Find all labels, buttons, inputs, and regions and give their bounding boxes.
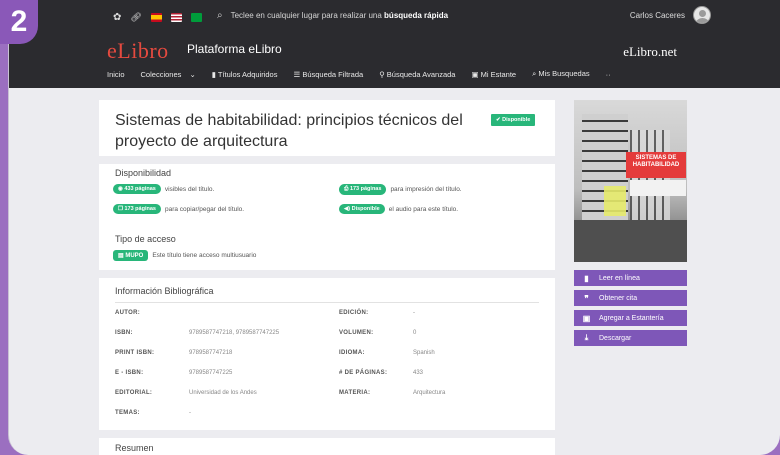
nav-more[interactable]: ·· xyxy=(606,70,611,79)
flag-brazil-icon[interactable] xyxy=(190,13,202,22)
biblio-label: VOLUMEN: xyxy=(339,330,374,336)
flag-usa-icon[interactable] xyxy=(170,13,182,22)
flag-spain-icon[interactable] xyxy=(150,13,162,22)
availability-row: ⎙ 173 páginas para impresión del título. xyxy=(339,184,462,195)
biblio-label: AUTOR: xyxy=(115,310,141,316)
biblio-label: EDITORIAL: xyxy=(115,390,153,396)
biblio-label: PRINT ISBN: xyxy=(115,350,155,356)
biblio-value[interactable]: Arquitectura xyxy=(413,390,445,396)
app-icon[interactable]: ✿ xyxy=(113,12,121,23)
nav-mi-estante[interactable]: ▣ Mi Estante xyxy=(471,70,516,79)
divider xyxy=(99,270,555,278)
book-detail-card: Sistemas de habitabilidad: principios té… xyxy=(99,100,555,455)
nav-busqueda-avanzada[interactable]: ⚲ Búsqueda Avanzada xyxy=(379,70,455,79)
cover-title: SISTEMAS DE HABITABILIDAD xyxy=(626,152,686,178)
book-cover[interactable]: SISTEMAS DE HABITABILIDAD xyxy=(574,100,687,262)
availability-row: ❐ 173 páginas para copiar/pegar del títu… xyxy=(113,204,244,214)
platform-title: Plataforma eLibro xyxy=(187,42,282,56)
biblio-label: EDICIÓN: xyxy=(339,310,369,316)
add-to-shelf-button[interactable]: ▣ Agregar a Estantería xyxy=(574,310,687,326)
book-title: Sistemas de habitabilidad: principios té… xyxy=(115,112,463,150)
cover-subtitle xyxy=(630,180,686,196)
avatar[interactable] xyxy=(693,6,711,24)
cover-accent xyxy=(604,186,626,216)
link-icon[interactable]: 🔗︎ xyxy=(130,12,141,23)
biblio-value: 0 xyxy=(413,330,417,336)
top-header: ✿ 🔗︎ ⌕ Teclee en cualquier lugar para re… xyxy=(9,0,780,88)
summary-heading: Resumen xyxy=(115,443,154,453)
access-icon: ▤ xyxy=(118,253,124,259)
biblio-value: 9789587747218, 9789587747225 xyxy=(189,330,280,336)
eye-icon: ◉ xyxy=(118,186,123,192)
biblio-label: TEMAS: xyxy=(115,410,140,416)
print-icon: ⎙ xyxy=(344,186,349,192)
download-button[interactable]: ⤓ Descargar xyxy=(574,330,687,346)
search-icon: ⌕ xyxy=(532,69,537,78)
biblio-value: - xyxy=(189,410,191,416)
pages-print-pill: ⎙ 173 páginas xyxy=(339,184,387,195)
nav-colecciones[interactable]: Colecciones ⌄ xyxy=(141,70,196,79)
search-icon: ⌕ xyxy=(217,10,223,21)
biblio-value: 433 xyxy=(413,370,424,376)
download-icon: ⤓ xyxy=(584,333,589,342)
divider xyxy=(115,302,539,303)
status-badge: ✔ Disponible xyxy=(491,114,536,126)
biblio-label: MATERIA: xyxy=(339,390,371,396)
access-heading: Tipo de acceso xyxy=(115,234,176,244)
audio-pill: ◀) Disponible xyxy=(339,204,385,214)
pages-copy-pill: ❐ 173 páginas xyxy=(113,204,161,214)
biblio-value: Spanish xyxy=(413,350,435,356)
availability-heading: Disponibilidad xyxy=(115,168,172,178)
shelf-icon: ▣ xyxy=(582,313,591,323)
get-citation-button[interactable]: ❞ Obtener cita xyxy=(574,290,687,306)
top-icons: ✿ 🔗︎ xyxy=(113,12,202,23)
shelf-icon: ▣ xyxy=(471,69,479,79)
nav-busqueda-filtrada[interactable]: ☰ Búsqueda Filtrada xyxy=(293,70,363,79)
user-name[interactable]: Carlos Caceres xyxy=(630,11,685,20)
nav-titulos-adquiridos[interactable]: ▮ Títulos Adquiridos xyxy=(212,70,278,79)
biblio-label: E - ISBN: xyxy=(115,370,144,376)
biblio-value[interactable]: Universidad de los Andes xyxy=(189,390,257,396)
biblio-value: 9789587747225 xyxy=(189,370,233,376)
biblio-value: 9789587747218 xyxy=(189,350,233,356)
divider xyxy=(99,156,555,164)
nav-inicio[interactable]: Inicio xyxy=(107,70,125,79)
copy-icon: ❐ xyxy=(118,206,123,212)
biblio-label: ISBN: xyxy=(115,330,133,336)
pages-visible-pill: ◉ 433 páginas xyxy=(113,184,161,194)
cover-trees xyxy=(574,220,687,262)
biblio-heading: Información Bibliográfica xyxy=(115,286,214,296)
search-icon: ⚲ xyxy=(379,69,385,79)
speaker-icon: ◀) xyxy=(344,206,351,212)
biblio-label: IDIOMA: xyxy=(339,350,365,356)
elibro-logo[interactable]: eLibro xyxy=(107,38,169,64)
step-number-badge: 2 xyxy=(0,0,38,44)
availability-row: ◀) Disponible el audio para este título. xyxy=(339,204,458,214)
access-row: ▤ MUPO Este título tiene acceso multiusu… xyxy=(113,250,256,261)
browser-frame: ✿ 🔗︎ ⌕ Teclee en cualquier lugar para re… xyxy=(8,0,780,455)
chevron-down-icon: ⌄ xyxy=(189,69,196,79)
quote-icon: ❞ xyxy=(584,293,589,303)
book-icon: ▮ xyxy=(584,273,589,283)
divider xyxy=(99,430,555,438)
filter-icon: ☰ xyxy=(293,69,301,79)
search-hint: Teclee en cualquier lugar para realizar … xyxy=(230,11,449,20)
elibro-net-brand[interactable]: eLibro.net xyxy=(623,44,677,60)
availability-row: ◉ 433 páginas visibles del título. xyxy=(113,184,214,194)
mupo-badge: ▤ MUPO xyxy=(113,250,149,261)
biblio-value: - xyxy=(413,310,415,316)
quick-search[interactable]: ⌕ Teclee en cualquier lugar para realiza… xyxy=(217,10,448,21)
read-online-button[interactable]: ▮ Leer en línea xyxy=(574,270,687,286)
book-icon: ▮ xyxy=(211,69,216,79)
nav-mis-busquedas[interactable]: ⌕ Mis Busquedas xyxy=(532,69,590,79)
main-nav: Inicio Colecciones ⌄ ▮ Títulos Adquirido… xyxy=(107,69,611,79)
biblio-label: # DE PÁGINAS: xyxy=(339,370,388,376)
